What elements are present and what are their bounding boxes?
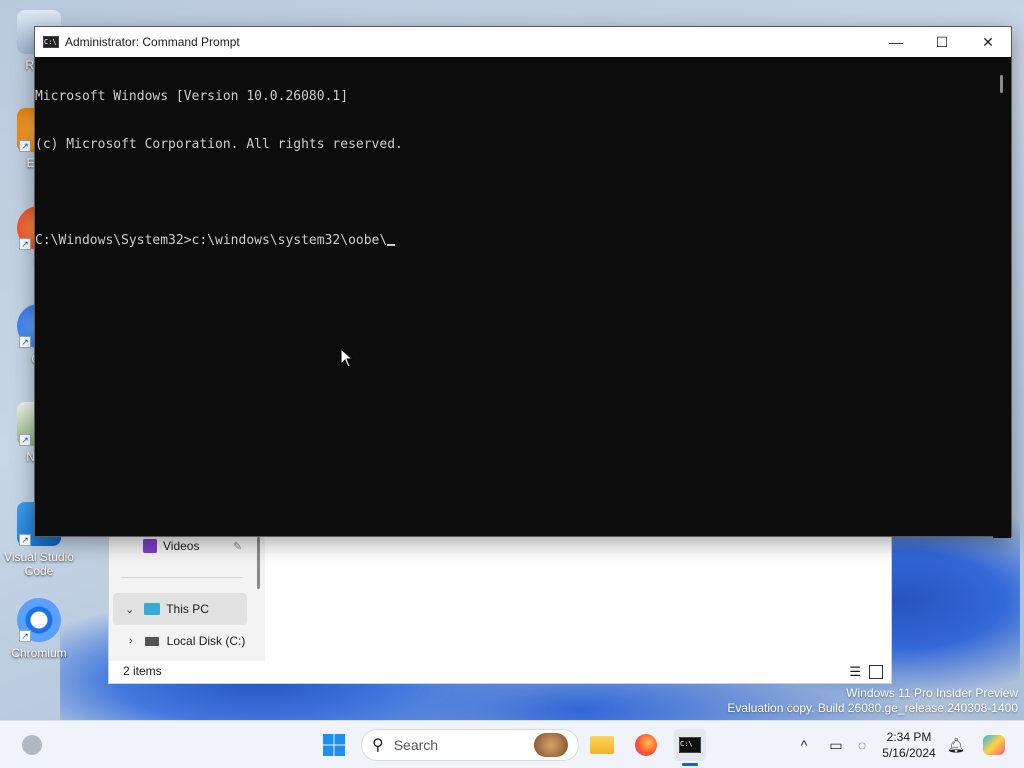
scrollbar-thumb[interactable] <box>1000 75 1003 93</box>
search-icon: ⚲ <box>372 737 384 754</box>
shortcut-arrow-icon: ↗ <box>19 434 31 446</box>
cmd-icon: C:\ <box>679 737 701 753</box>
nav-scrollbar[interactable] <box>257 537 260 589</box>
window-title: Administrator: Command Prompt <box>65 35 240 49</box>
clock-date: 5/16/2024 <box>882 746 936 760</box>
tiles-view-icon[interactable] <box>869 665 883 679</box>
shortcut-arrow-icon: ↗ <box>19 630 31 642</box>
nav-item-label: Videos <box>163 539 200 553</box>
pc-icon <box>144 603 161 615</box>
watermark-line: Windows 11 Pro Insider Preview <box>846 686 1018 700</box>
active-app-indicator <box>682 763 698 766</box>
file-explorer-window[interactable]: Videos ✎ ⌄ This PC › Local Disk (C:) 2 i… <box>108 536 892 684</box>
search-placeholder: Search <box>393 737 439 753</box>
command-prompt-window[interactable]: C:\ Administrator: Command Prompt — ☐ ✕ … <box>34 26 1012 538</box>
pin-icon: ✎ <box>233 540 243 553</box>
firefox-icon <box>635 734 657 756</box>
desktop-icon-label: Visual Studio Code <box>4 550 74 578</box>
close-button[interactable]: ✕ <box>965 27 1011 57</box>
console-output[interactable]: Microsoft Windows [Version 10.0.26080.1]… <box>35 57 995 538</box>
nav-item-local-disk[interactable]: › Local Disk (C:) <box>109 625 257 657</box>
network-icon[interactable]: ▭ <box>826 735 846 755</box>
view-toggle: ☰ <box>849 665 883 679</box>
cmd-icon: C:\ <box>43 36 59 48</box>
console-prompt-line[interactable]: C:\Windows\System32>c:\windows\system32\… <box>35 233 995 249</box>
mouse-pointer-icon <box>340 348 354 368</box>
desktop-icon-chromium[interactable]: ↗ Chromium <box>4 598 74 660</box>
widgets-button[interactable] <box>16 729 48 761</box>
notification-bell-icon[interactable]: 🔔︎ <box>946 735 966 755</box>
shortcut-arrow-icon: ↗ <box>19 238 31 250</box>
start-button[interactable] <box>318 729 350 761</box>
windows-logo-icon <box>323 734 345 756</box>
console-scrollbar[interactable] <box>993 57 1011 538</box>
watermark-line: Evaluation copy. Build 26080.ge_release.… <box>727 701 1018 715</box>
chromium-icon: ↗ <box>17 598 61 642</box>
minimize-button[interactable]: — <box>873 27 919 57</box>
title-bar[interactable]: C:\ Administrator: Command Prompt — ☐ ✕ <box>35 27 1011 57</box>
volume-icon[interactable]: ◌ <box>852 735 872 755</box>
desktop-icon-label: Chromium <box>11 646 67 660</box>
clock[interactable]: 2:34 PM 5/16/2024 <box>876 729 942 761</box>
text-cursor <box>387 244 396 246</box>
nav-item-label: Local Disk (C:) <box>166 634 246 648</box>
evaluation-watermark: Windows 11 Pro Insider Preview Evaluatio… <box>727 686 1018 716</box>
nav-item-label: This PC <box>166 602 209 616</box>
folder-icon <box>590 736 614 754</box>
taskbar: ⚲ Search C:\ ^ ▭ ◌ 2:34 PM 5/16/2024 🔔︎ <box>0 720 1024 768</box>
chevron-right-icon: › <box>129 635 133 647</box>
nav-item-this-pc[interactable]: ⌄ This PC <box>113 593 247 625</box>
taskbar-firefox[interactable] <box>630 729 662 761</box>
video-folder-icon <box>143 539 157 553</box>
navigation-pane: Videos ✎ ⌄ This PC › Local Disk (C:) <box>109 537 265 661</box>
maximize-button[interactable]: ☐ <box>919 27 965 57</box>
drive-icon <box>144 636 159 646</box>
console-line: Microsoft Windows [Version 10.0.26080.1] <box>35 89 349 104</box>
show-hidden-icons-button[interactable]: ^ <box>794 735 814 755</box>
clock-time: 2:34 PM <box>886 730 932 744</box>
details-view-icon[interactable]: ☰ <box>849 665 861 679</box>
taskbar-command-prompt[interactable]: C:\ <box>674 729 706 761</box>
taskbar-search[interactable]: ⚲ Search <box>361 729 579 761</box>
chevron-down-icon: ⌄ <box>125 603 135 616</box>
item-count: 2 items <box>123 664 162 678</box>
shortcut-arrow-icon: ↗ <box>19 140 31 152</box>
status-bar: 2 items ☰ <box>109 659 891 683</box>
weather-widget-icon <box>22 735 42 755</box>
shortcut-arrow-icon: ↗ <box>19 336 31 348</box>
shortcut-arrow-icon: ↗ <box>19 534 31 546</box>
nav-divider <box>121 577 243 578</box>
console-line: C:\Windows\System32>c:\windows\system32\… <box>35 233 388 248</box>
copilot-icon[interactable] <box>982 735 1006 755</box>
taskbar-file-explorer[interactable] <box>586 729 618 761</box>
console-line: (c) Microsoft Corporation. All rights re… <box>35 137 403 152</box>
search-highlight-icon <box>534 733 568 757</box>
